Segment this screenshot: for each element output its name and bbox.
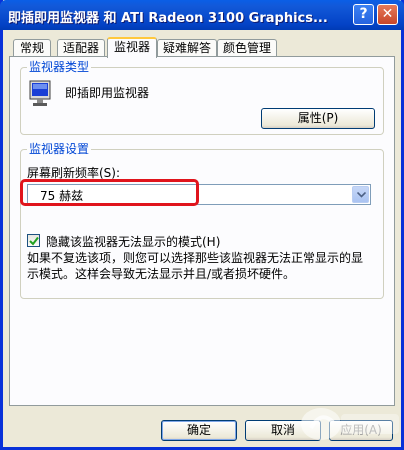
watermark-logo xyxy=(301,408,399,440)
monitor-settings-title: 监视器设置 xyxy=(27,141,92,157)
window-title: 即插即用监视器 和 ATI Radeon 3100 Graphics... xyxy=(8,11,328,26)
monitor-type-title: 监视器类型 xyxy=(27,59,92,75)
refresh-rate-highlight xyxy=(20,179,199,206)
display-properties-window: 即插即用监视器 和 ATI Radeon 3100 Graphics... ? … xyxy=(0,0,404,450)
tab-color-management[interactable]: 颜色管理 xyxy=(217,39,277,57)
monitor-settings-group: 监视器设置 屏幕刷新频率(S): 75 赫兹 隐藏该监视器无法显示的模式(H) … xyxy=(20,141,384,299)
help-button[interactable]: ? xyxy=(353,4,374,25)
monitor-tab-panel: 监视器类型 即插即用监视器 属性(P) 监视器设置 屏幕刷新频率(S): 75 … xyxy=(9,56,395,406)
monitor-type-group: 监视器类型 即插即用监视器 属性(P) xyxy=(20,59,384,135)
hide-modes-checkbox[interactable] xyxy=(27,234,40,247)
tab-adapter[interactable]: 适配器 xyxy=(57,39,105,57)
close-button[interactable]: ✕ xyxy=(377,4,398,25)
chevron-down-icon[interactable] xyxy=(352,186,369,203)
ok-button[interactable]: 确定 xyxy=(161,420,237,441)
tab-troubleshoot[interactable]: 疑难解答 xyxy=(157,39,217,57)
tab-general[interactable]: 常规 xyxy=(13,39,51,57)
hide-modes-description: 如果不复选该项，则您可以选择那些该监视器无法正常显示的显示模式。这样会导致无法显… xyxy=(27,251,364,281)
monitor-icon xyxy=(29,80,51,106)
hide-modes-label[interactable]: 隐藏该监视器无法显示的模式(H) xyxy=(46,233,220,250)
title-bar[interactable]: 即插即用监视器 和 ATI Radeon 3100 Graphics... ? … xyxy=(0,0,404,30)
properties-button[interactable]: 属性(P) xyxy=(261,108,375,129)
tab-monitor[interactable]: 监视器 xyxy=(107,37,157,58)
monitor-name: 即插即用监视器 xyxy=(65,86,150,100)
checkmark-icon xyxy=(29,236,39,246)
